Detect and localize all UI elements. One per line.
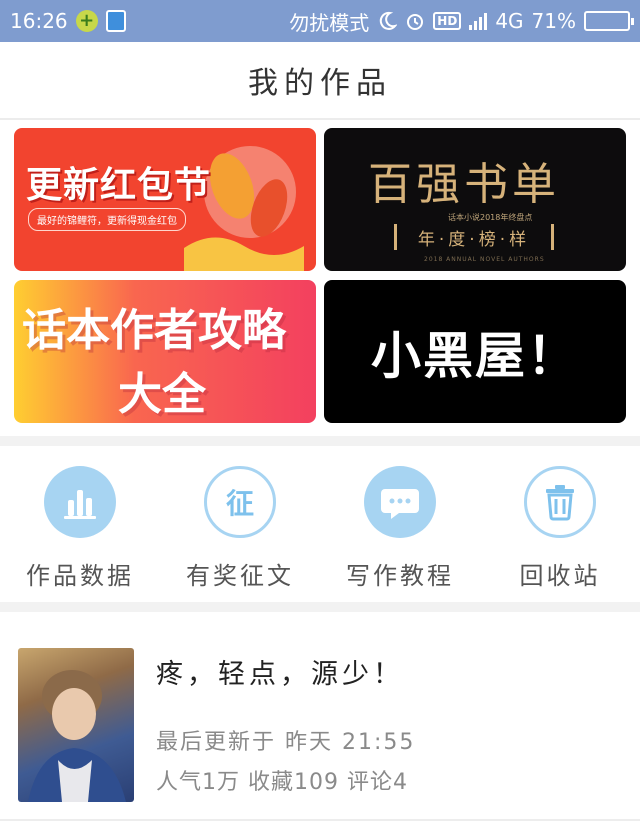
sim-icon xyxy=(105,10,126,32)
action-writing-tutorial[interactable]: 写作教程 xyxy=(320,448,480,602)
action-writing-tutorial-label: 写作教程 xyxy=(346,562,454,590)
signal-icon xyxy=(469,12,488,30)
network-type: 4G xyxy=(495,9,524,33)
battery-icon xyxy=(584,11,634,31)
zheng-icon: 征 xyxy=(204,466,276,538)
action-recycle-bin[interactable]: 回收站 xyxy=(480,448,640,602)
zheng-glyph: 征 xyxy=(225,487,254,520)
work-last-updated: 最后更新于 昨天 21:55 xyxy=(156,730,416,755)
alarm-icon xyxy=(405,11,425,31)
banner-author-guide-line1: 话本作者攻略 xyxy=(22,305,286,356)
app-notification-icon: + xyxy=(75,10,98,32)
chat-bubble-icon xyxy=(364,466,436,538)
banner-top-100-box: 年·度·榜·样 xyxy=(394,224,554,250)
action-essay-contest[interactable]: 征 有奖征文 xyxy=(160,448,320,602)
work-cover-image xyxy=(18,648,134,802)
banner-dark-room-title: 小黑屋！ xyxy=(371,326,579,385)
banner-top-100-footer: 2018 ANNUAL NOVEL AUTHORS xyxy=(424,256,545,263)
banner-top-100-books[interactable]: 百强书单 话本小说2018年终盘点 年·度·榜·样 2018 ANNUAL NO… xyxy=(324,128,626,271)
dnd-mode-label: 勿扰模式 xyxy=(289,10,370,35)
action-essay-contest-label: 有奖征文 xyxy=(186,562,294,590)
action-recycle-bin-label: 回收站 xyxy=(519,562,601,590)
battery-percent: 71% xyxy=(531,9,576,33)
status-bar: 16:26 + 勿扰模式 HD 4G 71% xyxy=(0,0,640,42)
banner-top-100-caption: 话本小说2018年终盘点 xyxy=(448,213,533,222)
banner-red-packet[interactable]: 更新红包节 最好的锦鲤符，更新得现金红包 xyxy=(14,128,316,271)
work-stats: 人气1万 收藏109 评论4 xyxy=(156,770,408,795)
banner-author-guide-line2: 大全 xyxy=(118,369,206,420)
work-title: 疼，轻点，源少！ xyxy=(156,659,404,690)
trash-icon xyxy=(524,466,596,538)
banner-grid: 更新红包节 最好的锦鲤符，更新得现金红包 百强书单 话本小说2018年终盘点 年… xyxy=(14,128,626,424)
work-card[interactable]: 疼，轻点，源少！ 最后更新于 昨天 21:55 人气1万 收藏109 评论4 xyxy=(0,612,640,827)
action-works-data[interactable]: 作品数据 xyxy=(0,448,160,602)
section-divider xyxy=(0,602,640,612)
banner-top-100-title: 百强书单 xyxy=(368,159,560,210)
moon-icon xyxy=(377,11,398,31)
banner-red-packet-title: 更新红包节 xyxy=(26,165,212,206)
bar-chart-icon xyxy=(44,466,116,538)
banner-top-100-box-text: 年·度·榜·样 xyxy=(417,229,531,250)
action-works-data-label: 作品数据 xyxy=(26,562,134,590)
banner-red-packet-subtitle: 最好的锦鲤符，更新得现金红包 xyxy=(28,208,186,231)
header: 我的作品 xyxy=(0,42,640,120)
banner-author-guide[interactable]: 话本作者攻略 大全 xyxy=(14,280,316,423)
status-time: 16:26 xyxy=(10,9,68,33)
page-title: 我的作品 xyxy=(248,66,392,101)
section-divider xyxy=(0,436,640,446)
hd-badge: HD xyxy=(433,12,462,30)
banner-dark-room[interactable]: 小黑屋！ xyxy=(324,280,626,423)
quick-actions: 作品数据 征 有奖征文 写作教程 回收站 xyxy=(0,448,640,602)
card-divider xyxy=(0,819,640,821)
